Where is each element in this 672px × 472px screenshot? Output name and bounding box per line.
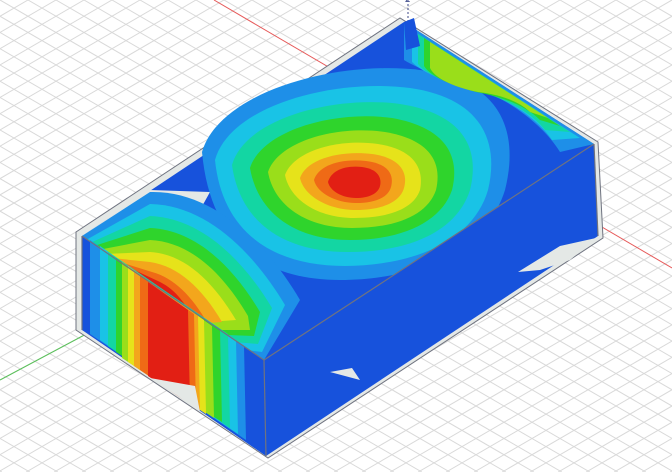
y-axis-green	[0, 331, 91, 381]
z-axis-label: z	[405, 0, 410, 5]
contour-plot-scene[interactable]	[0, 0, 672, 472]
3d-viewport[interactable]: z	[0, 0, 672, 472]
grid-line	[0, 470, 3, 472]
